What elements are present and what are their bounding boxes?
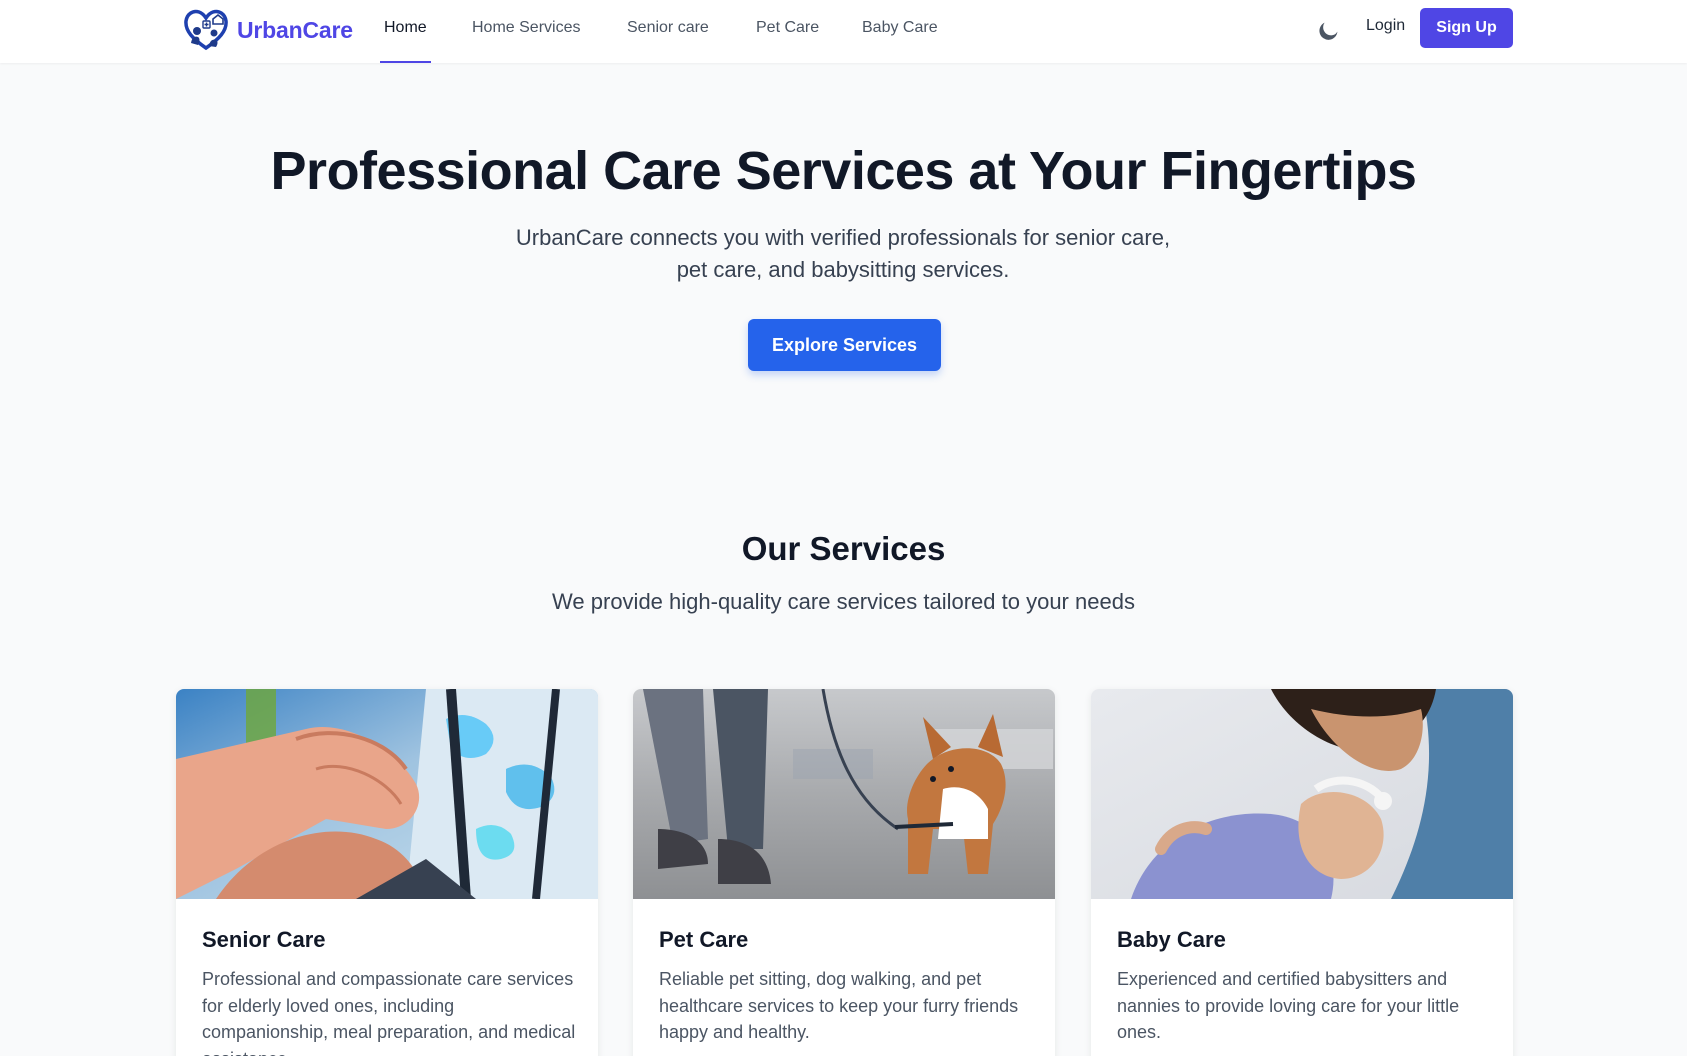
service-card-senior-care[interactable]: Senior Care Professional and compassiona… bbox=[176, 689, 598, 1056]
login-link[interactable]: Login bbox=[1366, 17, 1405, 35]
card-title: Pet Care bbox=[659, 927, 749, 952]
hero-subtitle: UrbanCare connects you with verified pro… bbox=[443, 222, 1243, 286]
pet-care-image bbox=[633, 689, 1055, 899]
nav-link-senior-care[interactable]: Senior care bbox=[627, 0, 709, 63]
service-card-pet-care[interactable]: Pet Care Reliable pet sitting, dog walki… bbox=[633, 689, 1055, 1056]
nav-link-baby-care[interactable]: Baby Care bbox=[862, 0, 938, 63]
card-description: Reliable pet sitting, dog walking, and p… bbox=[659, 969, 1019, 1042]
nav-link-home-services[interactable]: Home Services bbox=[472, 0, 580, 63]
hero-subtitle-line-1: UrbanCare connects you with verified pro… bbox=[515, 225, 1171, 250]
senior-care-image bbox=[176, 689, 598, 899]
card-description: Professional and compassionate care serv… bbox=[202, 969, 576, 1056]
brand-name: UrbanCare bbox=[237, 16, 353, 43]
card-title: Baby Care bbox=[1117, 927, 1226, 952]
hero-title: Professional Care Services at Your Finge… bbox=[270, 141, 1417, 201]
nav-link-home[interactable]: Home bbox=[380, 0, 431, 63]
services-subtitle: We provide high-quality care services ta… bbox=[552, 589, 1135, 614]
brand-logo-link[interactable]: UrbanCare bbox=[183, 9, 353, 51]
heart-hands-logo-icon bbox=[184, 9, 228, 51]
nav-link-pet-care[interactable]: Pet Care bbox=[756, 0, 819, 63]
explore-services-button[interactable]: Explore Services bbox=[748, 319, 941, 371]
top-navbar: UrbanCare Home Home Services Senior care… bbox=[0, 0, 1687, 63]
card-description: Experienced and certified babysitters an… bbox=[1117, 969, 1460, 1042]
sign-up-button[interactable]: Sign Up bbox=[1420, 8, 1513, 48]
baby-care-image bbox=[1091, 689, 1513, 899]
service-card-baby-care[interactable]: Baby Care Experienced and certified baby… bbox=[1091, 689, 1513, 1056]
services-title: Our Services bbox=[741, 530, 946, 567]
moon-icon[interactable] bbox=[1316, 17, 1342, 43]
card-title: Senior Care bbox=[202, 927, 326, 952]
hero-subtitle-line-2: pet care, and babysitting services. bbox=[676, 257, 1010, 282]
